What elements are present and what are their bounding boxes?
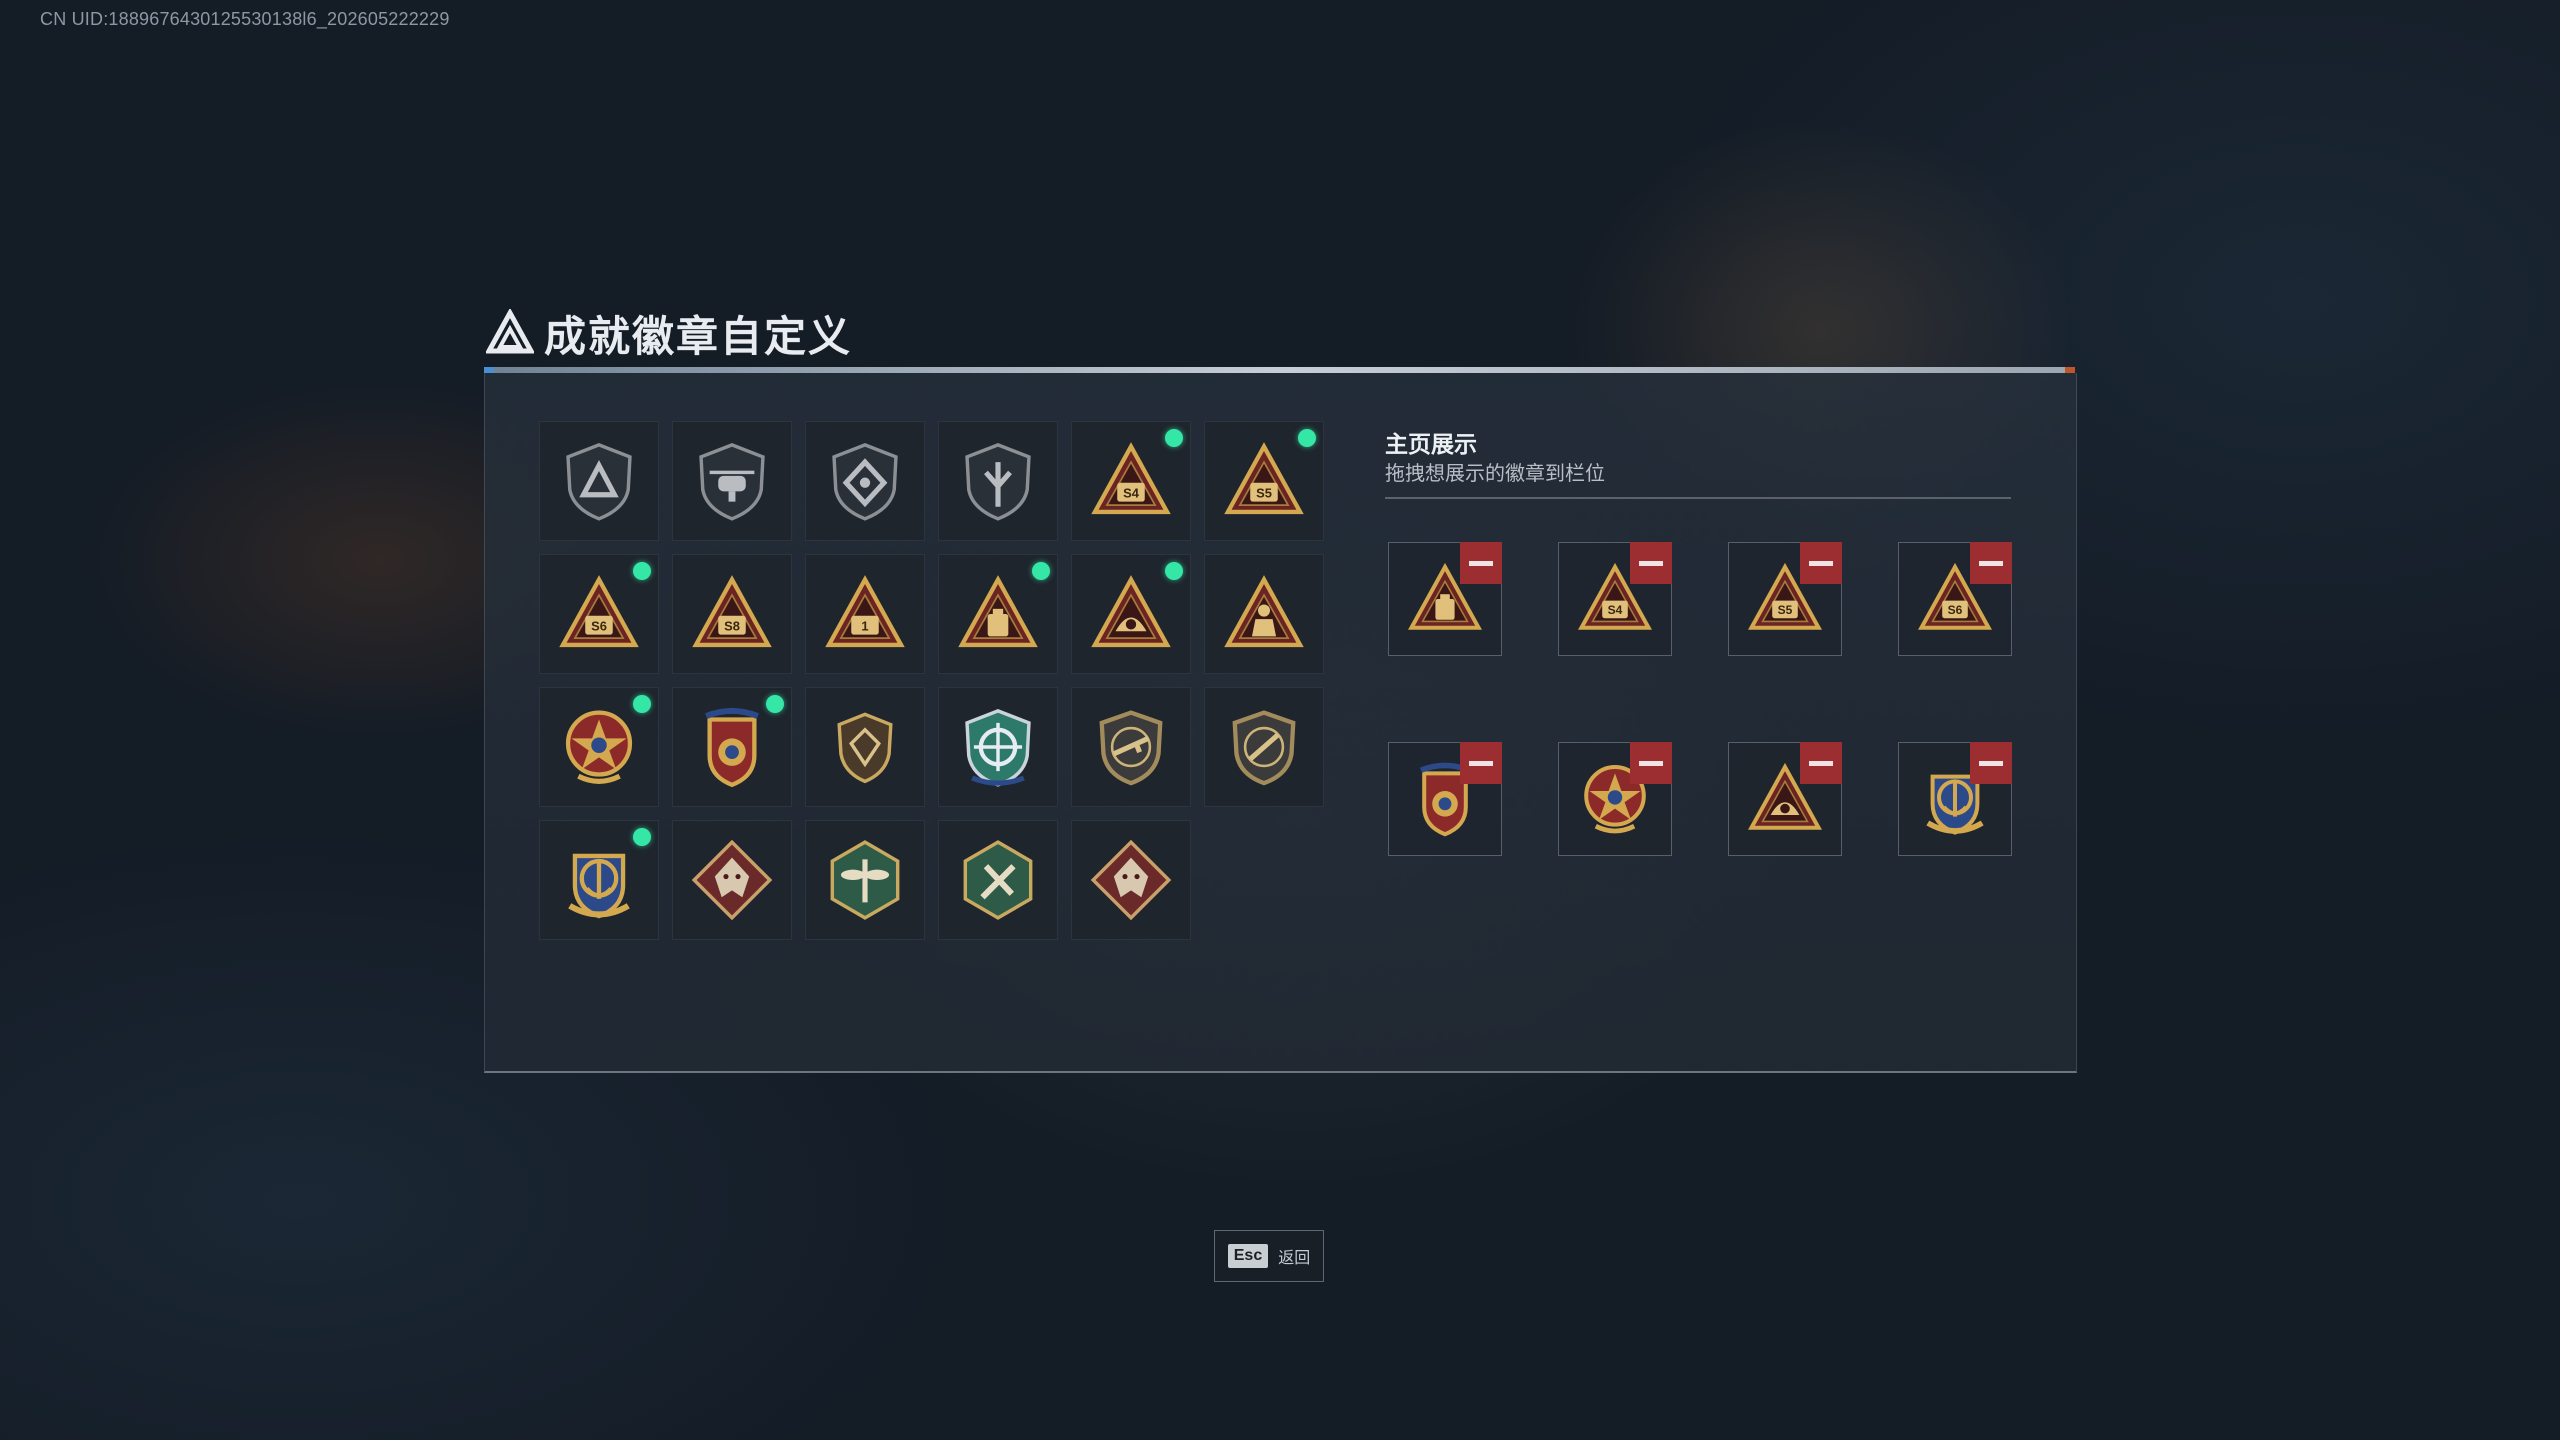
badge-tile[interactable] — [1071, 820, 1191, 940]
remove-badge-button[interactable] — [1460, 542, 1502, 584]
wolf-diamond-icon — [691, 839, 773, 921]
triangle-s5-icon: S5 — [1224, 442, 1304, 515]
badge-tile[interactable] — [805, 820, 925, 940]
uid-text: CN UID:1889676430125530138l6_20260522222… — [40, 9, 450, 29]
new-indicator-dot — [633, 828, 651, 846]
svg-text:S4: S4 — [1123, 485, 1140, 500]
showcase-slot[interactable]: S4 — [1558, 542, 1672, 656]
svg-text:S5: S5 — [1256, 485, 1272, 500]
badge-tile[interactable] — [1071, 554, 1191, 674]
badge-tile[interactable] — [539, 421, 659, 541]
triangle-rank1-icon: 1 — [825, 575, 905, 648]
gem-shield-icon — [837, 712, 893, 784]
page-header: 成就徽章自定义 — [486, 300, 852, 366]
new-indicator-dot — [633, 562, 651, 580]
badge-tile[interactable]: S5 — [1204, 421, 1324, 541]
crosshair-shield-icon — [965, 709, 1031, 787]
badge-tile[interactable] — [938, 421, 1058, 541]
back-button[interactable]: Esc 返回 — [1214, 1230, 1324, 1282]
delta-logo-icon — [486, 309, 534, 354]
badge-tile[interactable] — [938, 820, 1058, 940]
remove-badge-button[interactable] — [1970, 542, 2012, 584]
dragonfly-hexagon-icon — [830, 840, 900, 920]
triangle-soldier-icon — [1224, 575, 1304, 648]
remove-badge-button[interactable] — [1800, 742, 1842, 784]
dragon-diamond-icon — [1090, 839, 1172, 921]
triangle-s6-icon: S6 — [559, 575, 639, 648]
triangle-s4-icon: S4 — [1091, 442, 1171, 515]
rifle-shield-icon — [1099, 710, 1163, 786]
badge-tile[interactable] — [539, 820, 659, 940]
svg-text:1: 1 — [861, 618, 868, 633]
new-indicator-dot — [1298, 429, 1316, 447]
showcase-slot[interactable] — [1898, 742, 2012, 856]
remove-badge-button[interactable] — [1800, 542, 1842, 584]
back-label: 返回 — [1278, 1250, 1311, 1267]
showcase-slot[interactable] — [1728, 742, 1842, 856]
new-indicator-dot — [766, 695, 784, 713]
remove-badge-button[interactable] — [1630, 742, 1672, 784]
badge-tile[interactable]: S4 — [1071, 421, 1191, 541]
star-medal-icon — [565, 710, 633, 784]
tools-hexagon-icon — [963, 840, 1033, 920]
badge-grid: S4 S5 S6 S8 1 — [539, 421, 1324, 940]
page-title: 成就徽章自定义 — [544, 312, 853, 360]
badge-customize-panel: S4 S5 S6 S8 1 主页展示 拖拽想展示的徽章到栏位 S4 S5 S6 — [484, 373, 2077, 1073]
remove-badge-button[interactable] — [1970, 742, 2012, 784]
svg-text:S4: S4 — [1608, 603, 1623, 617]
showcase-subtitle: 拖拽想展示的徽章到栏位 — [1385, 463, 1605, 485]
showcase-slots: S4 S5 S6 — [1388, 542, 2012, 856]
svg-text:S6: S6 — [1948, 603, 1963, 617]
shield-diamond-icon — [832, 443, 898, 521]
showcase-slot[interactable] — [1388, 542, 1502, 656]
showcase-divider — [1385, 497, 2011, 499]
triangle-bag-icon — [958, 575, 1038, 648]
badge-tile[interactable] — [1204, 687, 1324, 807]
badge-tile[interactable] — [938, 687, 1058, 807]
remove-badge-button[interactable] — [1630, 542, 1672, 584]
badge-tile[interactable] — [539, 687, 659, 807]
new-indicator-dot — [1032, 562, 1050, 580]
esc-key-hint: Esc — [1227, 1244, 1269, 1268]
triangle-helmet-icon — [1091, 575, 1171, 648]
shield-arrow-icon — [965, 443, 1031, 521]
badge-tile[interactable] — [805, 421, 925, 541]
knife-shield-icon — [1232, 710, 1296, 786]
new-indicator-dot — [1165, 429, 1183, 447]
triangle-s8-icon: S8 — [692, 575, 772, 648]
badge-tile[interactable]: S6 — [539, 554, 659, 674]
svg-text:S5: S5 — [1778, 603, 1793, 617]
anchor-crest-icon — [568, 853, 630, 919]
badge-tile[interactable]: 1 — [805, 554, 925, 674]
badge-tile[interactable] — [672, 820, 792, 940]
badge-tile[interactable] — [672, 421, 792, 541]
showcase-slot[interactable]: S5 — [1728, 542, 1842, 656]
showcase-slot[interactable] — [1558, 742, 1672, 856]
badge-tile[interactable]: S8 — [672, 554, 792, 674]
new-indicator-dot — [1165, 562, 1183, 580]
svg-text:S6: S6 — [591, 618, 607, 633]
showcase-slot[interactable]: S6 — [1898, 542, 2012, 656]
showcase-title: 主页展示 — [1385, 431, 1477, 457]
new-indicator-dot — [633, 695, 651, 713]
remove-badge-button[interactable] — [1460, 742, 1502, 784]
svg-text:S8: S8 — [724, 618, 740, 633]
badge-tile[interactable] — [938, 554, 1058, 674]
badge-tile[interactable] — [1204, 554, 1324, 674]
crest-medal-icon — [705, 707, 759, 788]
showcase-slot[interactable] — [1388, 742, 1502, 856]
badge-tile[interactable] — [1071, 687, 1191, 807]
shield-triangle-icon — [566, 443, 632, 521]
badge-tile[interactable] — [672, 687, 792, 807]
badge-tile[interactable] — [805, 687, 925, 807]
shield-helicopter-icon — [699, 443, 765, 521]
